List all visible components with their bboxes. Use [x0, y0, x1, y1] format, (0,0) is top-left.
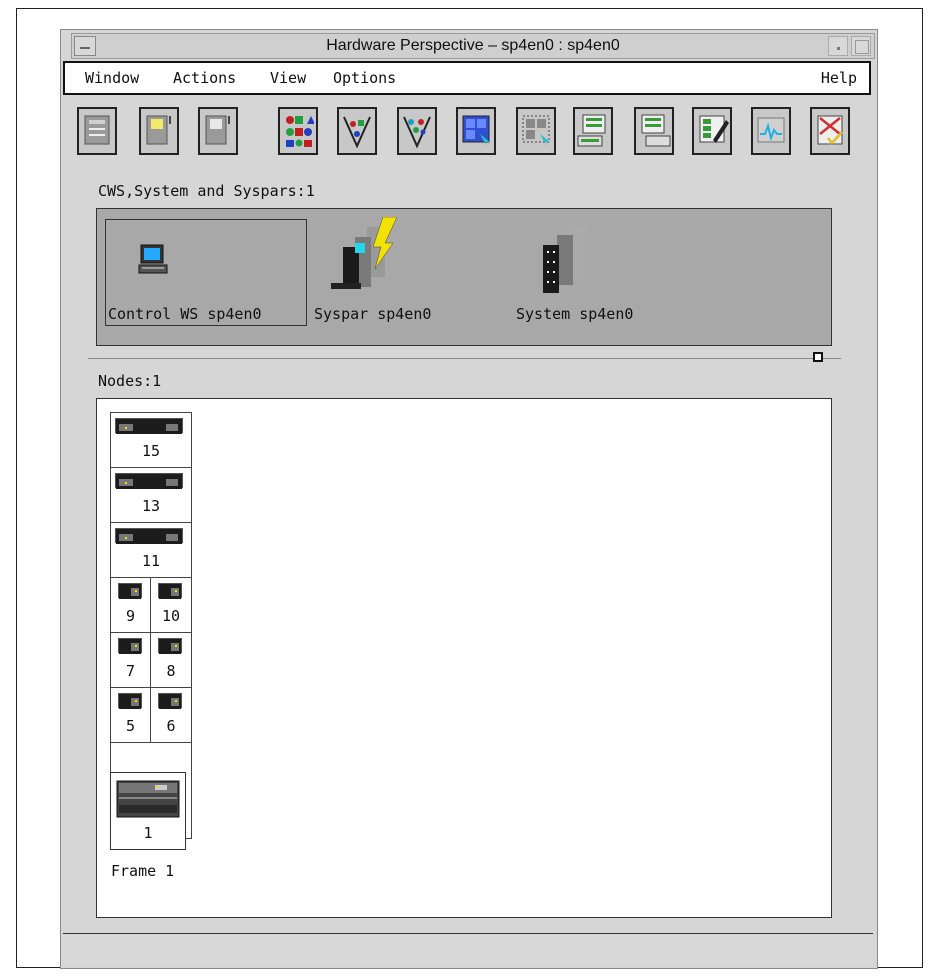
node-number: 5 — [125, 717, 136, 735]
workstation-icon — [138, 244, 168, 274]
shapes-funnel-icon — [403, 116, 431, 149]
panel-down-button[interactable] — [634, 107, 674, 155]
select-all-button[interactable] — [456, 107, 496, 155]
node-8[interactable]: 8 — [151, 633, 191, 688]
table-edit-icon — [699, 115, 729, 143]
panel-up-icon — [577, 114, 606, 147]
node-10[interactable]: 10 — [151, 578, 191, 633]
node-13[interactable]: 13 — [111, 468, 191, 523]
sash-handle[interactable] — [813, 352, 823, 362]
nodes-pane: 15 13 11 9 10 7 8 5 6 1 Frame 1 — [96, 398, 832, 918]
frame-icon — [116, 780, 180, 818]
syspar-buildings-lightning-icon — [331, 216, 398, 289]
node-number: 8 — [166, 662, 176, 680]
node-15[interactable]: 15 — [111, 413, 191, 468]
minimize-button[interactable] — [828, 36, 848, 56]
panel-up-button[interactable] — [573, 107, 613, 155]
frame-1-tile[interactable]: 1 — [110, 772, 186, 850]
status-message-area — [67, 938, 869, 962]
menu-options[interactable]: Options — [333, 69, 396, 87]
node-number: 13 — [141, 497, 161, 515]
deselect-icon — [522, 115, 550, 147]
notebook-dim-button[interactable] — [198, 107, 238, 155]
node-number: 10 — [161, 607, 181, 625]
shapes-grid-button[interactable] — [278, 107, 318, 155]
wide-node-icon — [115, 528, 183, 544]
system-buildings-icon — [543, 225, 587, 293]
status-bar — [63, 933, 873, 966]
shapes-filter-icon — [343, 116, 371, 149]
node-5[interactable]: 5 — [111, 688, 151, 743]
title-bar[interactable]: Hardware Perspective – sp4en0 : sp4en0 — [71, 33, 875, 59]
nodes-section-label: Nodes:1 — [98, 372, 162, 390]
node-number: 15 — [141, 442, 161, 460]
system-item[interactable] — [527, 221, 607, 305]
shapes-filter-button[interactable] — [337, 107, 377, 155]
notebook-button[interactable] — [77, 107, 117, 155]
menu-view[interactable]: View — [270, 69, 306, 87]
thin-node-icon — [158, 638, 182, 654]
clear-delete-button[interactable] — [810, 107, 850, 155]
wide-node-icon — [115, 473, 183, 489]
system-label[interactable]: System sp4en0 — [516, 305, 633, 323]
node-6[interactable]: 6 — [151, 688, 191, 743]
cws-section-label: CWS,System and Syspars:1 — [98, 182, 315, 200]
menu-bar: Window Actions View Options Help — [63, 61, 871, 95]
select-all-icon — [462, 115, 490, 147]
thin-node-icon — [118, 638, 142, 654]
monitor-icon — [757, 117, 785, 143]
thin-node-icon — [158, 583, 182, 599]
control-ws-label[interactable]: Control WS sp4en0 — [108, 305, 262, 323]
node-number: 7 — [125, 662, 136, 680]
syspar-item[interactable] — [327, 216, 407, 301]
wide-node-icon — [115, 418, 183, 434]
cws-pane: Control WS sp4en0 Syspar sp4en0 System s… — [96, 208, 832, 346]
deselect-button[interactable] — [516, 107, 556, 155]
notebook-light-button[interactable] — [139, 107, 179, 155]
thin-node-icon — [118, 583, 142, 599]
hardware-perspective-window: Hardware Perspective – sp4en0 : sp4en0 W… — [60, 29, 878, 969]
thin-node-icon — [118, 693, 142, 709]
notebook-dim-icon — [205, 115, 230, 145]
thin-node-icon — [158, 693, 182, 709]
frame-tile-number: 1 — [143, 824, 153, 842]
menu-window[interactable]: Window — [85, 69, 139, 87]
node-number: 6 — [166, 717, 176, 735]
node-number: 9 — [125, 607, 136, 625]
pane-sash — [88, 358, 841, 359]
node-number: 11 — [141, 552, 161, 570]
menu-actions[interactable]: Actions — [173, 69, 236, 87]
maximize-button[interactable] — [851, 36, 871, 56]
notebook-icon — [84, 115, 110, 145]
table-edit-button[interactable] — [692, 107, 732, 155]
monitor-button[interactable] — [751, 107, 791, 155]
shapes-funnel-button[interactable] — [397, 107, 437, 155]
syspar-label[interactable]: Syspar sp4en0 — [314, 305, 431, 323]
window-title: Hardware Perspective – sp4en0 : sp4en0 — [326, 37, 620, 54]
notebook-light-icon — [146, 115, 171, 145]
frame-label: Frame 1 — [111, 862, 175, 880]
node-7[interactable]: 7 — [111, 633, 151, 688]
menu-help[interactable]: Help — [821, 69, 857, 87]
node-11[interactable]: 11 — [111, 523, 191, 578]
node-9[interactable]: 9 — [111, 578, 151, 633]
panel-down-icon — [641, 114, 671, 147]
shapes-grid-icon — [286, 116, 314, 147]
clear-delete-icon — [817, 115, 843, 145]
workstation-item[interactable] — [135, 243, 171, 283]
